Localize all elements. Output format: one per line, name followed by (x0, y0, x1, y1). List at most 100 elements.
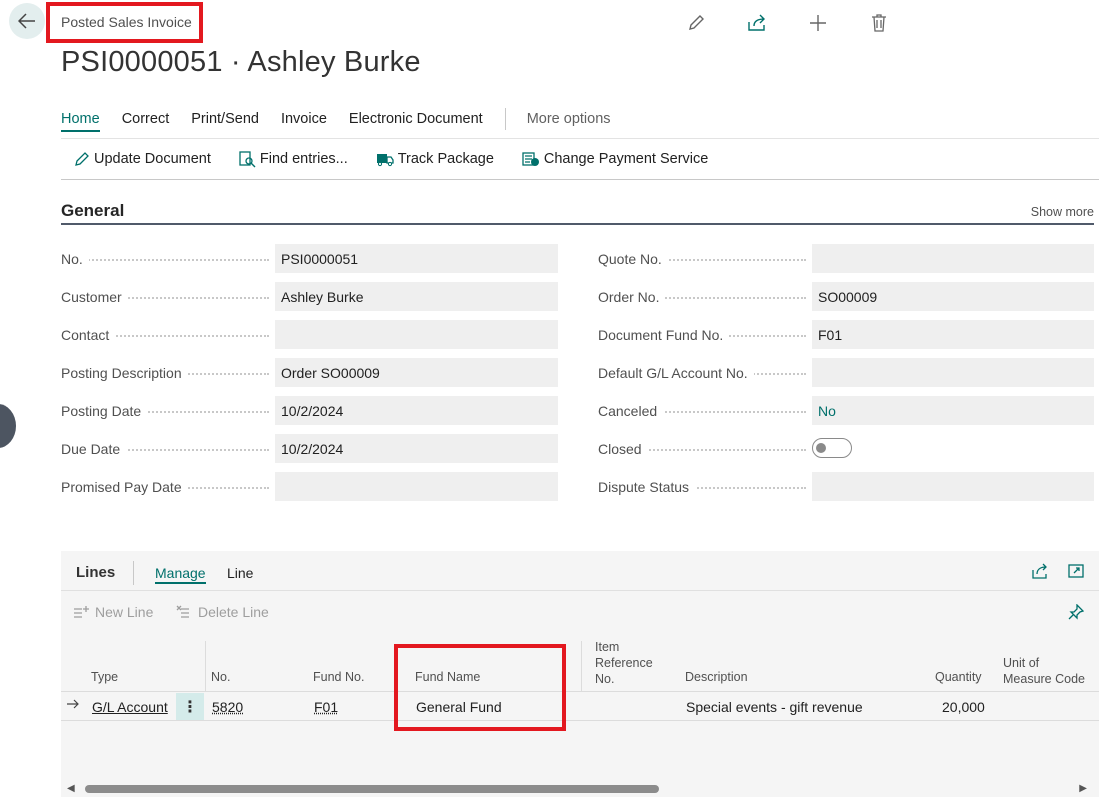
field-order-no: Order No. SO00009 (598, 282, 1094, 311)
horizontal-scrollbar[interactable]: ◀ ▶ (61, 781, 1099, 797)
tab-home[interactable]: Home (61, 111, 100, 132)
scroll-right-icon[interactable]: ▶ (1079, 783, 1087, 794)
lines-tab-manage[interactable]: Manage (155, 565, 206, 584)
cell-no[interactable]: 5820 (212, 699, 243, 715)
field-customer-value[interactable]: Ashley Burke (275, 282, 558, 311)
field-due-date-value[interactable]: 10/2/2024 (275, 434, 558, 463)
col-header-description[interactable]: Description (685, 669, 748, 685)
field-no-value[interactable]: PSI0000051 (275, 244, 558, 273)
lines-divider (133, 561, 134, 585)
col-header-no[interactable]: No. (211, 669, 230, 685)
field-promised-pay-date-value[interactable] (275, 472, 558, 501)
find-entries-icon (239, 150, 256, 167)
row-actions-menu-button[interactable]: ⋮ (176, 693, 204, 720)
col-header-type[interactable]: Type (91, 669, 118, 685)
field-promised-pay-date: Promised Pay Date (61, 472, 558, 501)
tab-divider (504, 108, 506, 130)
col-header-item-reference-no[interactable]: Item Reference No. (595, 639, 653, 687)
col-header-uom-line2: Measure Code (1003, 672, 1085, 686)
share-icon[interactable] (745, 12, 769, 34)
scrollbar-thumb[interactable] (85, 785, 659, 793)
field-dispute-status-value[interactable] (812, 472, 1094, 501)
expand-icon[interactable] (1068, 563, 1084, 584)
cell-description[interactable]: Special events - gift revenue (686, 699, 863, 715)
new-line-button[interactable]: New Line (73, 604, 153, 620)
action-tabs: Home Correct Print/Send Invoice Electron… (61, 108, 633, 132)
tab-invoice[interactable]: Invoice (281, 111, 327, 127)
field-due-date-label: Due Date (61, 440, 127, 457)
pin-icon[interactable] (1068, 603, 1085, 625)
tab-correct[interactable]: Correct (122, 111, 170, 127)
field-no-label: No. (61, 250, 89, 267)
column-divider (581, 641, 582, 691)
find-entries-button[interactable]: Find entries... (239, 150, 348, 168)
col-header-quantity[interactable]: Quantity (935, 669, 982, 685)
new-line-label: New Line (95, 604, 154, 620)
field-document-fund-no-value[interactable]: F01 (812, 320, 1094, 349)
col-header-unit-of-measure-code[interactable]: Unit of Measure Code (1003, 655, 1085, 687)
field-order-no-value[interactable]: SO00009 (812, 282, 1094, 311)
field-closed-label: Closed (598, 440, 648, 457)
grid-row-line (61, 720, 1099, 721)
arrow-left-icon (18, 13, 35, 29)
scroll-left-icon[interactable]: ◀ (67, 783, 75, 794)
new-line-icon (74, 606, 89, 618)
field-quote-no-value[interactable] (812, 244, 1094, 273)
field-customer: Customer Ashley Burke (61, 282, 558, 311)
action-toolbar: Update Document Find entries... Track Pa… (61, 138, 1099, 180)
delete-line-button[interactable]: Delete Line (176, 604, 269, 620)
col-header-item-reference-line1: Item (595, 640, 620, 654)
breadcrumb[interactable]: Posted Sales Invoice (61, 14, 192, 30)
row-indicator-arrow-icon (66, 697, 80, 715)
delete-line-label: Delete Line (198, 604, 269, 620)
col-header-item-reference-line2: Reference (595, 656, 653, 670)
update-document-button[interactable]: Update Document (74, 151, 211, 167)
lines-tab-line[interactable]: Line (227, 565, 253, 581)
lines-part: Lines Manage Line New Line Delete Line T… (61, 551, 1099, 797)
field-contact: Contact (61, 320, 558, 349)
field-canceled-value[interactable]: No (812, 396, 1094, 425)
field-document-fund-no: Document Fund No. F01 (598, 320, 1094, 349)
field-dispute-status: Dispute Status (598, 472, 1094, 501)
field-default-gl-account-no-label: Default G/L Account No. (598, 364, 754, 381)
tab-more-options[interactable]: More options (527, 111, 611, 127)
delete-icon[interactable] (867, 12, 891, 34)
section-title-general: General (61, 201, 125, 220)
edit-icon[interactable] (684, 12, 708, 34)
cell-fund-no[interactable]: F01 (314, 699, 338, 715)
lines-header-divider (61, 590, 1099, 591)
field-default-gl-account-no: Default G/L Account No. (598, 358, 1094, 387)
cell-quantity[interactable]: 20,000 (942, 699, 985, 715)
back-button[interactable] (9, 3, 45, 39)
field-posting-description-value[interactable]: Order SO00009 (275, 358, 558, 387)
change-payment-service-button[interactable]: Change Payment Service (522, 151, 708, 168)
cell-type[interactable]: G/L Account (92, 699, 168, 715)
side-panel-handle[interactable] (0, 404, 16, 448)
general-section-header[interactable]: General Show more (61, 198, 1094, 225)
field-quote-no: Quote No. (598, 244, 1094, 273)
field-document-fund-no-label: Document Fund No. (598, 326, 730, 343)
track-package-label: Track Package (397, 151, 494, 167)
field-default-gl-account-no-value[interactable] (812, 358, 1094, 387)
change-payment-service-label: Change Payment Service (543, 151, 709, 167)
field-no: No. PSI0000051 (61, 244, 558, 273)
show-more-link[interactable]: Show more (1031, 205, 1094, 219)
col-header-fund-no[interactable]: Fund No. (313, 669, 364, 685)
field-customer-label: Customer (61, 288, 128, 305)
tab-electronic-document[interactable]: Electronic Document (349, 111, 483, 127)
field-contact-value[interactable] (275, 320, 558, 349)
truck-icon (376, 154, 394, 167)
field-posting-date-value[interactable]: 10/2/2024 (275, 396, 558, 425)
field-contact-label: Contact (61, 326, 116, 343)
field-posting-description: Posting Description Order SO00009 (61, 358, 558, 387)
field-posting-description-label: Posting Description (61, 364, 188, 381)
tab-print-send[interactable]: Print/Send (191, 111, 259, 127)
column-divider (205, 641, 206, 691)
add-icon[interactable] (806, 12, 830, 34)
lines-share-icon[interactable] (1031, 563, 1049, 584)
field-quote-no-label: Quote No. (598, 250, 668, 267)
field-canceled-label: Canceled (598, 402, 664, 419)
closed-toggle[interactable] (812, 438, 852, 458)
track-package-button[interactable]: Track Package (376, 151, 494, 167)
pencil-icon (75, 152, 89, 166)
